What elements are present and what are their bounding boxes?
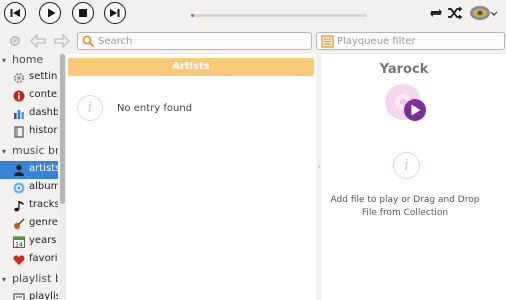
info-icon: i <box>393 152 420 179</box>
empty-message: No entry found <box>117 103 193 114</box>
sidebar-item-settings[interactable]: settings <box>0 69 58 87</box>
artists-header[interactable]: Artists <box>68 58 314 76</box>
drop-hint: Add file to play or Drag and Drop File f… <box>330 195 480 218</box>
dashboard-icon <box>14 110 24 119</box>
chevron-down-icon: ▾ <box>2 275 7 284</box>
sidebar-section-music-browser[interactable]: ▾music browser <box>2 144 58 160</box>
playqueue-filter-input[interactable] <box>337 33 500 49</box>
previous-button[interactable] <box>4 2 26 24</box>
sidebar-item-genre[interactable]: genre <box>0 215 58 233</box>
sidebar-section-home[interactable]: ▾ home <box>2 53 58 69</box>
playqueue-filter-field[interactable] <box>316 32 505 50</box>
app-title: Yarock <box>379 62 429 77</box>
note-icon <box>14 201 24 212</box>
sidebar-item-playlists[interactable]: playlists <box>0 289 58 300</box>
volume-icon[interactable] <box>468 3 498 23</box>
sidebar-scrollbar-thumb[interactable] <box>60 54 65 204</box>
svg-text:14: 14 <box>15 241 23 248</box>
chevron-down-icon: ▾ <box>2 56 7 65</box>
playqueue-panel: Yarock i Add file to play or Drag and Dr… <box>322 54 506 300</box>
sidebar-scrollbar[interactable] <box>59 54 66 300</box>
search-input[interactable] <box>98 33 307 49</box>
sidebar-section-playlist-browser[interactable]: ▾playlist browser <box>2 272 58 288</box>
sidebar-item-albums[interactable]: albums <box>0 179 58 197</box>
chevron-down-icon: ▾ <box>2 147 7 156</box>
sidebar-item-artists[interactable]: artists <box>0 161 58 179</box>
player-toolbar <box>0 0 506 28</box>
settings-nav-icon[interactable] <box>8 34 22 48</box>
playback-progress-slider[interactable] <box>191 14 367 17</box>
person-icon <box>14 165 24 176</box>
play-button[interactable] <box>39 2 61 24</box>
info-icon <box>13 90 25 102</box>
filter-bar <box>0 30 506 52</box>
guitar-icon <box>14 218 25 230</box>
stop-button[interactable] <box>72 2 94 24</box>
search-icon <box>82 35 95 48</box>
next-button[interactable] <box>104 2 126 24</box>
search-field[interactable] <box>77 32 312 50</box>
next-icon <box>110 9 120 17</box>
shuffle-icon[interactable] <box>447 6 463 20</box>
gear-icon <box>13 72 25 84</box>
forward-arrow-icon[interactable] <box>54 34 70 48</box>
previous-icon <box>10 9 20 17</box>
cd-icon <box>13 182 25 194</box>
sidebar-item-years[interactable]: 14 years <box>0 233 58 251</box>
sidebar-item-tracks[interactable]: tracks <box>0 197 58 215</box>
artists-panel: Artists i No entry found <box>66 54 316 300</box>
history-icon <box>14 126 24 138</box>
playback-progress-fill <box>191 14 194 17</box>
sidebar-item-favorites[interactable]: favorites <box>0 251 58 269</box>
disc-play-icon <box>385 84 426 121</box>
sidebar-item-history[interactable]: history <box>0 123 58 141</box>
playlist-icon <box>13 293 25 300</box>
playqueue-filter-icon <box>321 35 334 48</box>
stop-icon <box>79 9 87 17</box>
sidebar-item-dashboard[interactable]: dashboard <box>0 105 58 123</box>
play-icon <box>48 8 56 18</box>
heart-icon <box>13 255 25 265</box>
calendar-icon: 14 <box>13 236 25 248</box>
info-icon: i <box>77 95 103 121</box>
chevron-down-icon <box>490 11 498 16</box>
sidebar-item-context[interactable]: context <box>0 87 58 105</box>
back-arrow-icon[interactable] <box>30 34 46 48</box>
repeat-icon[interactable] <box>428 6 444 20</box>
sidebar: ▾home settings context dashboard history… <box>0 52 58 300</box>
